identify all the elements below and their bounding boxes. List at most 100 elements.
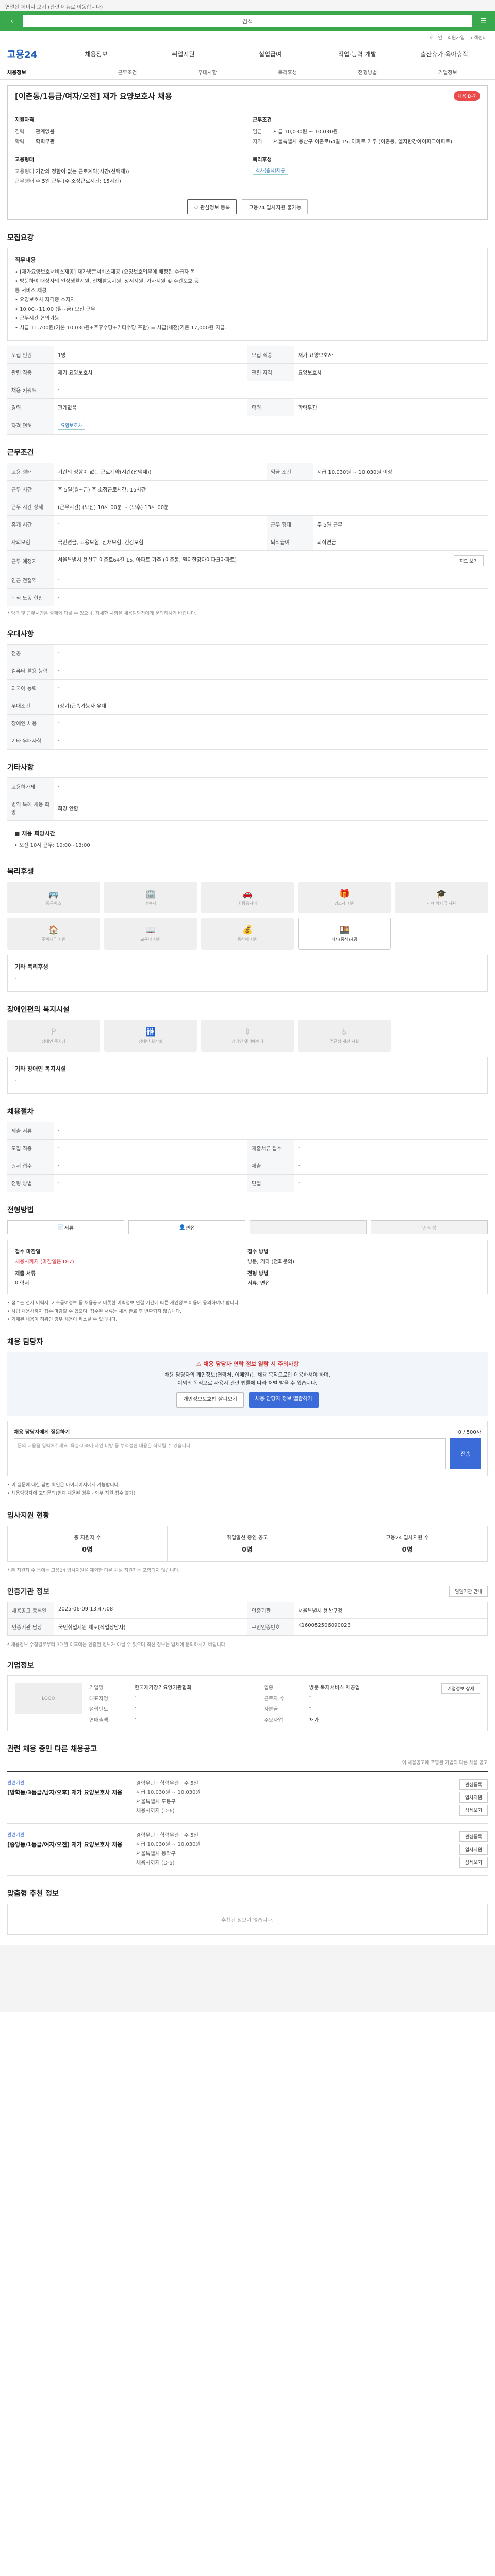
method-value: 서류, 면접 bbox=[248, 1281, 270, 1286]
list-item[interactable]: 관련기관 [방학동/3등급/남자/오후] 재가 요양보호사 채용 경력무관 · 학… bbox=[7, 1772, 488, 1824]
contact-alert-text: 채용 담당자 연락 정보 열람 시 주의사항 bbox=[203, 1361, 299, 1367]
tab-conditions[interactable]: 근무조건 bbox=[87, 68, 167, 76]
job-detail-button[interactable]: 상세보기 bbox=[459, 1857, 488, 1868]
search-input[interactable]: 검색 bbox=[23, 15, 472, 27]
list-item[interactable]: 관련기관 [중앙동/1등급/여자/오전] 재가 요양보호사 채용 경력무관 · 학… bbox=[7, 1824, 488, 1876]
gnb-benefit[interactable]: 실업급여 bbox=[227, 49, 314, 58]
table-row: 경력 관계없음 학력 학력무관 bbox=[7, 398, 488, 416]
section-title-jobs: 모집요강 bbox=[7, 234, 34, 242]
label: 대표자명 bbox=[89, 1696, 108, 1702]
cell-value: - bbox=[54, 732, 488, 750]
welfare-label: 통근버스 bbox=[46, 901, 61, 906]
company-detail-button[interactable]: 기업정보 상세 bbox=[441, 1683, 480, 1694]
tab-method[interactable]: 전형방법 bbox=[327, 68, 407, 76]
address-text: 서울특별시 용산구 이촌로64길 15, 아파트 가주 (이촌동, 엘지한강아이… bbox=[58, 557, 237, 563]
job-title-link[interactable]: [중앙동/1등급/여자/오전] 재가 요양보호사 채용 bbox=[7, 1841, 131, 1849]
stat-total: 총 지원자 수 0명 bbox=[8, 1526, 168, 1561]
coin-icon: 💰 bbox=[242, 925, 253, 935]
cell-key: 기타 우대사항 bbox=[7, 732, 54, 750]
gnb-jobs[interactable]: 채용정보 bbox=[53, 49, 140, 58]
gnb-training[interactable]: 직업·능력 개발 bbox=[314, 49, 401, 58]
restroom-icon: 🚻 bbox=[145, 1027, 156, 1037]
welfare-card: 🏠 주택자금 지원 bbox=[7, 918, 100, 950]
step-empty bbox=[250, 1220, 367, 1234]
signup-link[interactable]: 회원가입 bbox=[448, 34, 465, 41]
job-title-link[interactable]: [방학동/3등급/남자/오후] 재가 요양보호사 채용 bbox=[7, 1789, 131, 1797]
condition-table: 고용 형태 기간의 정함이 없는 근로계약(시간(선택제)) 임금 조건 시급 10,… bbox=[7, 463, 488, 606]
cell-value: - bbox=[294, 1139, 488, 1157]
job-table: 모집 인원 1명 모집 직종 재가 요양보호사 관련 직종 재가 요양보호사 관련 자격 요… bbox=[7, 346, 488, 435]
condition-note: * 임금 및 근무시간은 실제와 다를 수 있으니, 자세한 사항은 채용담당자… bbox=[7, 611, 197, 616]
cell-key: 제출서류 접수 bbox=[248, 1139, 294, 1157]
type-heading: 고용형태 bbox=[15, 157, 34, 163]
value: - bbox=[135, 1694, 137, 1700]
cell-key: 퇴직급여 bbox=[266, 533, 313, 551]
welfare-label: 주택자금 지원 bbox=[41, 937, 66, 942]
job-end: 채용시까지 (D-5) bbox=[136, 1860, 175, 1866]
job-bookmark-button[interactable]: 관심등록 bbox=[459, 1831, 488, 1842]
section-title-extra: 기타사항 bbox=[7, 764, 34, 772]
cell-key: 근무 예정지 bbox=[7, 550, 54, 571]
step-aptitude: 인적성 bbox=[371, 1220, 488, 1234]
login-link[interactable]: 로그인 bbox=[430, 34, 442, 41]
value: 학력무관 bbox=[36, 139, 55, 145]
privacy-law-button[interactable]: 개인정보보호법 살펴보기 bbox=[176, 1392, 244, 1408]
qna-note: • 이 질문에 대한 답변 확인은 마이페이지에서 가능합니다. bbox=[7, 1483, 120, 1488]
job-bookmark-button[interactable]: 관심등록 bbox=[459, 1779, 488, 1790]
welfare-card: 🎓 자녀 학자금 지원 bbox=[395, 882, 488, 913]
job-apply-button[interactable]: 입사지원 bbox=[459, 1844, 488, 1855]
qna-textarea[interactable]: 문의 내용을 입력해주세요. 욕설·비속어·타인 비방 등 부적절한 내용은 삭… bbox=[14, 1438, 446, 1469]
welfare-card: 🚗 차량유지비 bbox=[201, 882, 294, 913]
apply-button[interactable]: 고용24 입사지원 불가능 bbox=[242, 199, 308, 214]
status-note: * 총 지원자 수 등에는 고용24 입사지원을 제외한 다른 채널 지원자는 … bbox=[7, 1568, 180, 1573]
cell-key: 인증기관 bbox=[248, 1602, 294, 1618]
tab-preference[interactable]: 우대사항 bbox=[168, 68, 248, 76]
table-row: 모집 직종 - 제출서류 접수 - bbox=[7, 1139, 488, 1157]
barrier-grid: P 장애인 주차장 🚻 장애인 화장실 ⇕ 장애인 엘리베이터 ♿ 접근성 개선 시설 bbox=[7, 1020, 488, 1052]
job-pay: 시급 10,030원 ~ 10,030원 bbox=[136, 1842, 201, 1848]
tab-welfare[interactable]: 복리후생 bbox=[248, 68, 327, 76]
value: 주 5일 근무 (주 소정근로시간: 15시간) bbox=[36, 179, 121, 184]
parking-icon: P bbox=[51, 1027, 56, 1037]
bookmark-button[interactable]: ♡ 관심정보 등록 bbox=[187, 199, 237, 214]
cell-key: 모집 직종 bbox=[248, 346, 294, 364]
site-logo[interactable]: 고용24 bbox=[7, 47, 37, 61]
view-contact-button[interactable]: 채용 담당자 정보 열람하기 bbox=[249, 1392, 319, 1408]
table-row: 고용허가제 - bbox=[7, 777, 488, 795]
gnb-leave[interactable]: 출산휴가·육아휴직 bbox=[401, 49, 488, 58]
duty-line: • 요양보호사 자격증 소지자 bbox=[15, 297, 75, 303]
cell-key: 고용허가제 bbox=[7, 777, 54, 795]
tab-company[interactable]: 기업정보 bbox=[408, 68, 488, 76]
cell-key: 고용 형태 bbox=[7, 463, 54, 481]
value: 한국재가장기요양기관협회 bbox=[135, 1685, 192, 1691]
step-interview: 👤 면접 bbox=[128, 1220, 245, 1234]
cert-guide-button[interactable]: 담당기관 안내 bbox=[449, 1586, 488, 1597]
back-icon[interactable]: ‹ bbox=[5, 15, 19, 27]
qna-submit-button[interactable]: 전송 bbox=[450, 1438, 481, 1469]
status-box: 총 지원자 수 0명 취업알선 중인 공고 0명 고용24 입사지원 수 0명 bbox=[7, 1526, 488, 1562]
job-area: 서울특별시 도봉구 bbox=[136, 1799, 176, 1805]
method-label: 접수 마감일 bbox=[15, 1249, 41, 1255]
section-title-company: 기업정보 bbox=[7, 1662, 34, 1670]
recommend-empty: 추천된 정보가 없습니다. bbox=[7, 1904, 488, 1935]
menu-icon[interactable]: ☰ bbox=[476, 15, 490, 27]
cell-key: 모집 직종 bbox=[7, 1139, 54, 1157]
section-title-cert: 인증기관 정보 bbox=[7, 1587, 50, 1596]
house-icon: 🏠 bbox=[48, 925, 59, 935]
cell-value: - bbox=[294, 1174, 488, 1192]
help-link[interactable]: 고객센터 bbox=[470, 34, 487, 41]
cell-value: 재가 요양보호사 bbox=[54, 363, 248, 381]
stat-value: 0명 bbox=[402, 1546, 413, 1554]
tab-jobs[interactable]: 채용정보 bbox=[7, 68, 87, 76]
barrier-label: 장애인 주차장 bbox=[41, 1039, 66, 1044]
value: - bbox=[135, 1705, 137, 1710]
cell-value: - bbox=[54, 1157, 248, 1175]
method-steps: 📄 서류 👤 면접 인적성 bbox=[7, 1220, 488, 1234]
job-apply-button[interactable]: 입사지원 bbox=[459, 1792, 488, 1803]
map-button[interactable]: 지도 보기 bbox=[454, 555, 484, 566]
job-detail-button[interactable]: 상세보기 bbox=[459, 1805, 488, 1816]
cell-key: 휴게 시간 bbox=[7, 515, 54, 533]
similar-jobs: 관련기관 [방학동/3등급/남자/오후] 재가 요양보호사 채용 경력무관 · 학… bbox=[7, 1771, 488, 1876]
table-row: 고용 형태 기간의 정함이 없는 근로계약(시간(선택제)) 임금 조건 시급 10,… bbox=[7, 463, 488, 481]
gnb-support[interactable]: 취업지원 bbox=[140, 49, 227, 58]
